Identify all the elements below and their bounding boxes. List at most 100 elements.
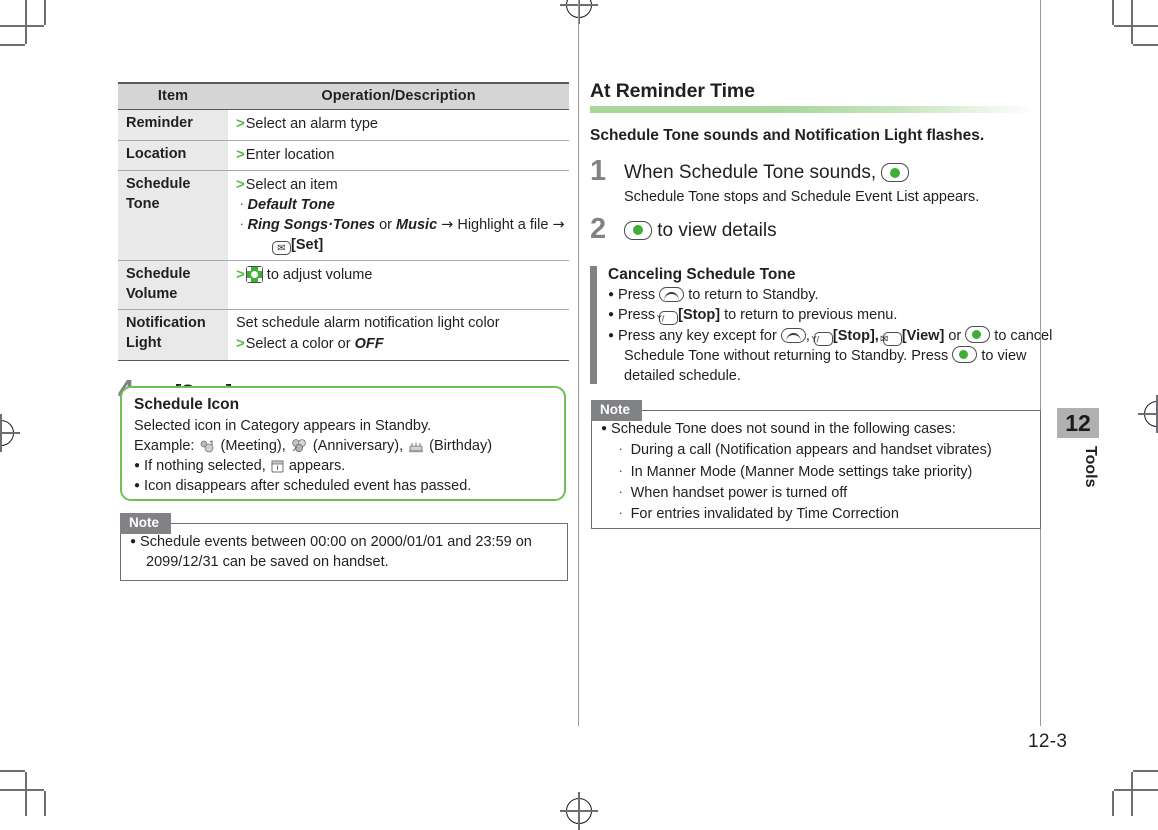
green-arrow-icon: > [236,115,245,132]
crop-mark-bl-h [0,789,44,791]
registration-mark-bottom [560,792,598,830]
bullet-icon: ● [134,460,141,471]
note-subitem: · For entries invalidated by Time Correc… [601,504,1030,524]
callout-example-line: Example: (Meeting), (Anniversary), (Birt… [134,436,552,456]
mail-key-icon: ✉ [272,240,291,255]
arrow-icon: → [441,216,454,233]
step-2: 2 to view details [590,214,1042,243]
canceling-bullet-1: ● Press to return to Standby. [608,285,1060,305]
example-label-1: (Meeting), [220,438,286,454]
middot-icon: · [619,443,623,457]
row-text: Select an item [245,177,338,194]
note-subtext: During a call (Notification appears and … [630,442,992,459]
row-text: Set schedule alarm notification light co… [236,315,500,332]
bullet-icon: ● [134,480,141,491]
bullet-mid: to cancel [994,327,1053,344]
middot-icon: · [619,507,623,521]
bullet-icon: ● [608,309,615,321]
note-subitem: · During a call (Notification appears an… [601,440,1030,460]
bullet-icon: ● [608,289,615,300]
row-text: to adjust volume [266,267,373,284]
callout-bullet-1: ● If nothing selected, appears. [134,456,552,476]
arrow-icon: → [552,216,565,233]
mail-key-icon: ✉ [880,331,902,346]
example-prefix: Example: [134,438,195,454]
note-subtext: In Manner Mode (Manner Mode settings tak… [630,463,973,480]
comma: , [805,327,810,344]
bullet-view: [View] [901,327,945,344]
middot-icon: · [619,485,623,499]
row-text: Enter location [245,146,335,163]
example-label-2: (Anniversary), [312,438,404,454]
middot-icon: · [240,217,244,231]
callout-line-1: Selected icon in Category appears in Sta… [134,418,432,434]
note-bullet: ● Schedule Tone does not sound in the fol… [601,419,1030,439]
table-cell-description: > Select an alarm type [228,109,569,141]
row-subline: · Ring Songs·Tones or Music → Highlight … [236,216,565,236]
section-heading-rule [590,106,1035,113]
table-cell-item: Reminder [118,109,228,141]
bullet-text: If nothing selected, [144,458,266,474]
table-header-operation: Operation/Description [228,82,569,110]
row-text: Default Tone [247,197,335,214]
note-subitem: · In Manner Mode (Manner Mode settings t… [601,462,1030,482]
table-cell-description: Set schedule alarm notification light co… [228,309,569,361]
table-header-item: Item [118,82,228,110]
note-tab-label: Note [120,513,171,534]
navigation-key-icon [245,266,263,284]
bullet-line2a: Schedule Tone without returning to Stand… [624,347,949,364]
bullet-pre: Press any key except for [618,327,777,344]
step-subtext: Schedule Tone stops and Schedule Event L… [624,188,980,205]
meeting-icon [201,440,214,453]
gray-side-bar [590,266,597,384]
green-arrow-icon: > [236,176,245,194]
off-option: OFF [354,335,384,352]
table-cell-item: Schedule Volume [118,260,228,311]
row-text: Highlight a file [457,216,549,233]
chapter-number: 12 [1057,408,1099,438]
crop-mark-bl-h2 [0,770,25,772]
canceling-bullet-2: ● Press Y/[Stop] to return to previous me… [608,305,1060,326]
table-row: Reminder > Select an alarm type [118,109,569,141]
left-note-box: Note ● Schedule events between 00:00 on 2… [120,513,568,581]
bullet-icon: ● [608,329,615,341]
bullet-post: to return to previous menu. [724,307,898,324]
callout-bullet-2: ● Icon disappears after scheduled event h… [134,476,552,496]
schedule-icon-callout: Schedule Icon Selected icon in Category … [120,386,566,501]
manual-page: Item Operation/Description Reminder > Sel… [0,0,1158,830]
note-bullet: ● Schedule events between 00:00 on 2000/0… [130,532,557,573]
conjunction: or [379,216,393,233]
bullet-line3: detailed schedule. [624,368,741,385]
crop-mark-tr-h2 [1133,44,1158,46]
row-subline: · Default Tone [236,196,565,216]
calendar-icon [271,460,284,473]
green-arrow-icon: > [236,334,245,352]
music-option: Music [396,216,438,233]
chapter-tab: 12 Tools [1057,408,1099,487]
note-tab-label: Note [591,400,642,421]
bullet-line2b: to view [981,347,1027,364]
middot-icon: · [619,464,623,478]
bullet-post: to return to Standby. [688,287,819,303]
crop-mark-tl-v [25,0,27,44]
table-row: Schedule Tone > Select an item · Default T… [118,170,569,262]
step-number: 1 [590,155,607,187]
page-number: 12-3 [1028,731,1068,752]
canceling-bullet-3: ● Press any key except for , Y/[Stop], ✉[… [608,325,1060,387]
chapter-name-wrap: Tools [1057,438,1099,487]
registration-mark-left [0,414,20,452]
green-arrow-icon: > [236,145,245,163]
row-line: Set schedule alarm notification light co… [236,314,565,334]
row-text: Select an alarm type [245,116,378,132]
bullet-or: or [948,327,962,344]
bullet-text-post: appears. [288,458,346,474]
center-key-icon [624,220,652,240]
row-subline: ✉ [Set] [236,236,565,256]
note-subtext: When handset power is turned off [630,484,848,501]
crop-mark-br-v [1131,772,1133,816]
crop-mark-tr-h [1114,25,1158,27]
crop-mark-bl-v [25,772,27,816]
crop-mark-tr-v [1131,0,1133,44]
callout-title: Schedule Icon [134,396,240,413]
anniversary-icon [292,439,306,452]
